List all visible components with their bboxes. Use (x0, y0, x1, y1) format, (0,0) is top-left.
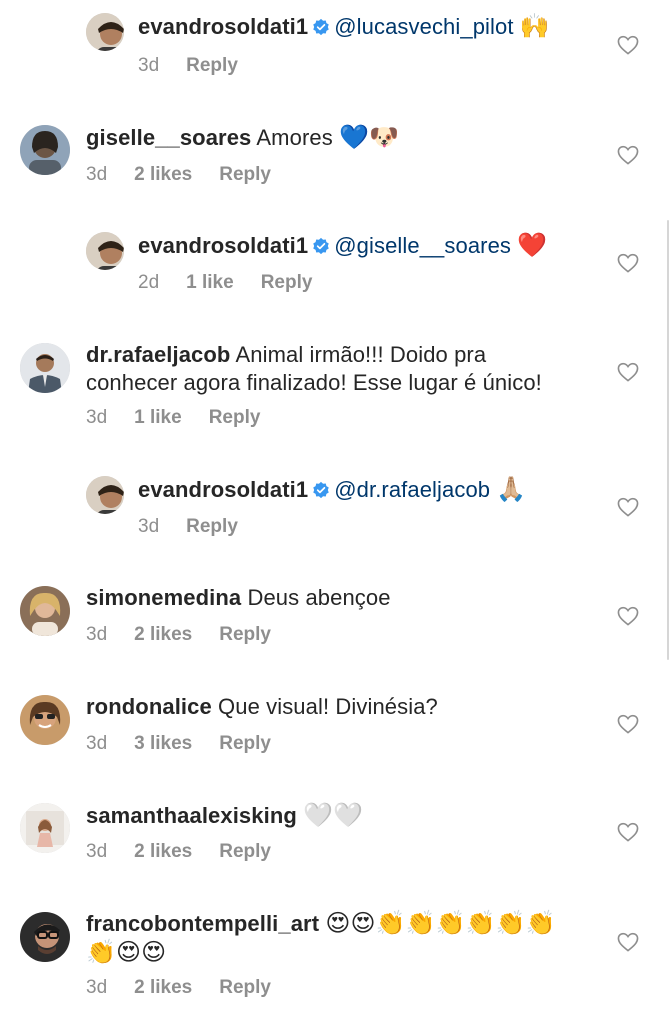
reply-button[interactable]: Reply (219, 733, 271, 755)
verified-badge-icon (312, 481, 330, 499)
comment-timestamp: 3d (138, 55, 160, 76)
avatar-francobontempelli-icon (20, 912, 70, 962)
comment-username[interactable]: simonemedina (86, 585, 241, 610)
comment-text: Amores (256, 125, 333, 150)
comment-emoji: 🙏🏼 (496, 475, 527, 503)
comment-reply: evandrosoldati1 @lucasvechi_pilot 🙌 3d Rep… (0, 0, 672, 104)
comment-reply: evandrosoldati1 @giselle__soares ❤️ 2d 1 l… (0, 220, 672, 320)
comment-timestamp: 3d (86, 407, 108, 428)
reply-button[interactable]: Reply (186, 55, 238, 77)
comment-emoji: 🙌 (519, 12, 550, 40)
like-heart-icon[interactable] (617, 362, 639, 382)
avatar[interactable] (20, 803, 70, 853)
likes-count[interactable]: 2 likes (134, 841, 192, 863)
comment-timestamp: 3d (86, 977, 108, 998)
like-heart-icon[interactable] (617, 497, 639, 517)
likes-count[interactable]: 3 likes (134, 733, 192, 755)
like-heart-icon[interactable] (617, 714, 639, 734)
reply-button[interactable]: Reply (219, 624, 271, 646)
avatar[interactable] (20, 125, 70, 175)
comment-reply: evandrosoldati1 @dr.rafaeljacob 🙏🏼 3d Repl… (0, 466, 672, 566)
comment: simonemedina Deus abençoe 3d 2 likes Reply (0, 574, 672, 674)
comment-timestamp: 3d (86, 164, 108, 185)
reply-button[interactable]: Reply (219, 841, 271, 863)
comment: samanthaalexisking 🤍🤍 3d 2 likes Reply (0, 790, 672, 890)
avatar-drrafaeljacob-icon (20, 343, 70, 393)
likes-count[interactable]: 1 like (134, 407, 182, 429)
verified-badge-icon (312, 18, 330, 36)
comment-timestamp: 3d (138, 516, 160, 537)
comment-username[interactable]: rondonalice (86, 694, 212, 719)
reply-button[interactable]: Reply (219, 977, 271, 999)
likes-count[interactable]: 2 likes (134, 624, 192, 646)
likes-count[interactable]: 2 likes (134, 977, 192, 999)
like-heart-icon[interactable] (617, 145, 639, 165)
scrollbar[interactable] (667, 220, 669, 660)
like-heart-icon[interactable] (617, 253, 639, 273)
verified-badge-icon (312, 237, 330, 255)
comment-username[interactable]: evandrosoldati1 (138, 233, 308, 258)
comment-username[interactable]: evandrosoldati1 (138, 477, 308, 502)
comment: rondonalice Que visual! Divinésia? 3d 3 l… (0, 682, 672, 782)
comment-timestamp: 3d (86, 733, 108, 754)
avatar[interactable] (20, 695, 70, 745)
comment-timestamp: 3d (86, 624, 108, 645)
comments-list: evandrosoldati1 @lucasvechi_pilot 🙌 3d Rep… (0, 0, 672, 1024)
comment-mention[interactable]: @lucasvechi_pilot (334, 14, 513, 39)
comment: francobontempelli_art 😍😍👏👏👏👏👏👏👏😍😍 3d 2 li… (0, 898, 672, 1024)
reply-button[interactable]: Reply (209, 407, 261, 429)
reply-button[interactable]: Reply (261, 272, 313, 294)
comment-emoji: 💙🐶 (339, 123, 399, 151)
comment-timestamp: 2d (138, 272, 160, 293)
avatar-giselle-icon (20, 125, 70, 175)
comment-username[interactable]: evandrosoldati1 (138, 14, 308, 39)
comment-username[interactable]: dr.rafaeljacob (86, 342, 230, 367)
avatar-evandrosoldati1-icon (86, 232, 124, 270)
likes-count[interactable]: 1 like (186, 272, 234, 294)
comment-timestamp: 3d (86, 841, 108, 862)
avatar[interactable] (20, 912, 70, 962)
reply-button[interactable]: Reply (219, 164, 271, 186)
like-heart-icon[interactable] (617, 606, 639, 626)
avatar[interactable] (20, 586, 70, 636)
comment-username[interactable]: francobontempelli_art (86, 911, 319, 936)
comment: giselle__soares Amores 💙🐶 3d 2 likes Reply (0, 112, 672, 212)
avatar[interactable] (86, 476, 124, 514)
like-heart-icon[interactable] (617, 35, 639, 55)
avatar-evandrosoldati1-icon (86, 476, 124, 514)
like-heart-icon[interactable] (617, 932, 639, 952)
avatar[interactable] (86, 13, 124, 51)
comment-mention[interactable]: @giselle__soares (334, 233, 511, 258)
reply-button[interactable]: Reply (186, 516, 238, 538)
avatar-simonemedina-icon (20, 586, 70, 636)
avatar[interactable] (20, 343, 70, 393)
avatar-samanthaalexisking-icon (20, 803, 70, 853)
avatar-evandrosoldati1-icon (86, 13, 124, 51)
avatar[interactable] (86, 232, 124, 270)
comment-username[interactable]: giselle__soares (86, 125, 251, 150)
comment-mention[interactable]: @dr.rafaeljacob (334, 477, 490, 502)
likes-count[interactable]: 2 likes (134, 164, 192, 186)
comment: dr.rafaeljacob Animal irmão!!! Doido pra… (0, 328, 672, 458)
comment-text: Que visual! Divinésia? (218, 694, 438, 719)
comment-text: Deus abençoe (247, 585, 391, 610)
comment-emoji: ❤️ (517, 231, 548, 259)
comment-emoji: 🤍🤍 (303, 801, 364, 829)
comment-username[interactable]: samanthaalexisking (86, 803, 297, 828)
avatar-rondonalice-icon (20, 695, 70, 745)
like-heart-icon[interactable] (617, 822, 639, 842)
